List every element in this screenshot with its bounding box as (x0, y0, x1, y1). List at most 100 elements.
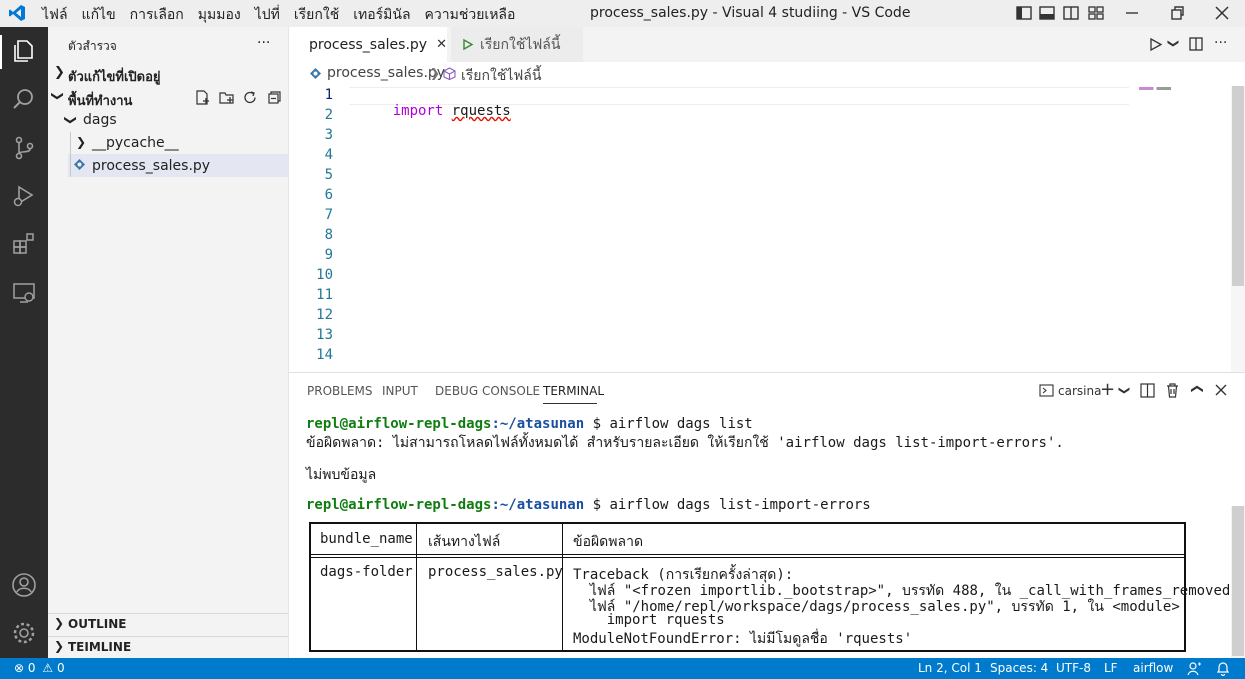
minimize-icon[interactable] (1123, 4, 1141, 22)
menu-run[interactable]: เรียกใช้ (294, 4, 339, 26)
menu-edit[interactable]: แก้ไข (82, 4, 116, 26)
toggle-panel-icon[interactable] (1038, 4, 1056, 22)
split-terminal-icon[interactable] (1140, 383, 1155, 398)
tab-run-file[interactable]: เรียกใช้ไฟล์นี้ (451, 27, 583, 62)
minimap[interactable] (1137, 86, 1227, 372)
code-editor[interactable]: 1 2 3 4 5 6 7 8 9 10 11 12 13 14 import … (289, 86, 1245, 372)
import-errors-table: bundle_name เส้นทางไฟล์ ข้อผิดพลาด dags-… (309, 522, 1230, 652)
explorer-sidebar: ตัวสำรวจ ··· ❯ ตัวแก้ไขที่เปิดอยู่ ❯ พื้… (48, 27, 289, 658)
workspace-section[interactable]: พื้นที่ทำงาน (68, 90, 132, 111)
remote-explorer-icon[interactable] (11, 280, 37, 306)
sidebar-more-actions[interactable]: ··· (257, 35, 270, 51)
terminal-scrollbar[interactable] (1231, 506, 1245, 658)
active-indicator (0, 35, 2, 69)
terminal-command: $ airflow dags list (584, 416, 753, 432)
python-file-icon (310, 68, 321, 79)
encoding[interactable]: UTF-8 (1056, 661, 1091, 675)
terminal-dropdown-chevron-icon[interactable]: ❯ (1118, 386, 1131, 395)
line-ending[interactable]: LF (1104, 661, 1118, 675)
split-editor-icon[interactable] (1188, 36, 1204, 52)
account-icon[interactable] (11, 572, 37, 598)
table-header: เส้นทางไฟล์ (428, 534, 501, 550)
tab-terminal[interactable]: TERMINAL (543, 384, 604, 398)
extensions-icon[interactable] (11, 231, 37, 257)
sidebar-divider (48, 636, 288, 637)
customize-layout-icon[interactable] (1087, 4, 1105, 22)
toggle-sidebar-icon[interactable] (1015, 4, 1033, 22)
tree-file-process-sales[interactable]: process_sales.py (92, 158, 210, 174)
code-line-1[interactable]: import rquests (359, 87, 511, 135)
play-icon (463, 38, 474, 51)
chevron-right-icon[interactable]: ❯ (54, 616, 64, 630)
menu-help[interactable]: ความช่วยเหลือ (425, 4, 516, 26)
menu-selection[interactable]: การเลือก (130, 4, 184, 26)
feedback-person-icon[interactable] (1187, 661, 1202, 676)
new-terminal-icon[interactable]: + (1100, 379, 1115, 400)
new-folder-icon[interactable] (218, 89, 235, 106)
menu-terminal[interactable]: เทอร์มินัล (353, 4, 410, 26)
editor-scrollbar-thumb[interactable] (1232, 86, 1244, 286)
menu-view[interactable]: มุมมอง (198, 4, 241, 26)
run-python-file-icon[interactable] (1148, 37, 1163, 52)
language-mode[interactable]: airflow (1133, 661, 1173, 675)
tree-folder-pycache[interactable]: __pycache__ (92, 135, 179, 151)
active-tab-underline (543, 403, 597, 404)
refresh-icon[interactable] (242, 89, 259, 106)
breadcrumb-file[interactable]: process_sales.py (327, 65, 445, 81)
new-file-icon[interactable] (194, 89, 211, 106)
source-control-icon[interactable] (11, 135, 37, 161)
toggle-secondary-sidebar-icon[interactable] (1062, 4, 1080, 22)
code-keyword: import (392, 103, 444, 119)
error-count: 0 (27, 661, 36, 675)
symbol-cube-icon (443, 67, 456, 80)
line-number: 8 (324, 227, 333, 243)
cursor-position[interactable]: Ln 2, Col 1 (918, 661, 982, 675)
run-dropdown-chevron-icon[interactable]: ❯ (1167, 39, 1180, 48)
tab-input[interactable]: INPUT (382, 384, 418, 398)
terminal-prompt-user: repl@airflow-repl-dags (306, 416, 492, 432)
maximize-panel-chevron-icon[interactable]: ❯ (1189, 384, 1203, 394)
restore-icon[interactable] (1168, 4, 1186, 22)
line-number: 2 (324, 107, 333, 123)
code-module: rquests (451, 103, 511, 119)
explorer-icon[interactable] (11, 38, 37, 64)
chevron-right-icon[interactable]: ❯ (54, 639, 64, 653)
outline-section[interactable]: OUTLINE (68, 617, 126, 631)
more-actions-icon[interactable]: ··· (1214, 35, 1227, 51)
tab-debug-console[interactable]: DEBUG CONSOLE (435, 384, 540, 398)
open-editors-section[interactable]: ตัวแก้ไขที่เปิดอยู่ (68, 66, 161, 87)
chevron-right-icon[interactable]: ❯ (76, 135, 86, 149)
chevron-down-icon[interactable]: ❯ (64, 115, 78, 125)
indentation[interactable]: Spaces: 4 (990, 661, 1048, 675)
close-window-icon[interactable] (1213, 4, 1231, 22)
tab-process-sales[interactable]: process_sales.py ✕ (289, 27, 447, 62)
terminal-shell-name[interactable]: carsina (1058, 384, 1101, 398)
manage-gear-icon[interactable] (11, 620, 37, 646)
table-cell: dags-folder (320, 564, 413, 580)
tab-problems[interactable]: PROBLEMS (307, 384, 373, 398)
error-circle-icon: ⊗ (14, 661, 25, 675)
menu-file[interactable]: ไฟล์ (42, 4, 68, 26)
line-number: 3 (324, 127, 333, 143)
line-number: 4 (324, 147, 333, 163)
error-line: ModuleNotFoundError: ไม่มีโมดูลชื่อ 'rqu… (573, 631, 913, 647)
editor-scrollbar[interactable] (1231, 86, 1245, 372)
breadcrumb-symbol[interactable]: เรียกใช้ไฟล์นี้ (461, 65, 541, 87)
close-tab-icon[interactable]: ✕ (436, 37, 447, 52)
line-number: 14 (316, 347, 333, 363)
run-debug-icon[interactable] (11, 183, 37, 209)
problems-status[interactable]: ⊗ 0 ⚠ 0 (14, 661, 65, 675)
breadcrumb: process_sales.py ❯ เรียกใช้ไฟล์นี้ (289, 62, 1245, 86)
search-icon[interactable] (11, 86, 37, 112)
terminal-scrollbar-thumb[interactable] (1232, 506, 1244, 656)
tree-folder-dags[interactable]: dags (83, 112, 117, 128)
notifications-bell-icon[interactable] (1216, 661, 1230, 676)
menu-go[interactable]: ไปที่ (255, 4, 280, 26)
error-line: import rquests (573, 612, 725, 628)
chevron-down-icon[interactable]: ❯ (51, 91, 65, 101)
timeline-section[interactable]: TEIMLINE (68, 640, 131, 654)
collapse-all-icon[interactable] (266, 89, 283, 106)
close-panel-icon[interactable] (1215, 384, 1227, 396)
chevron-right-icon[interactable]: ❯ (54, 65, 65, 80)
trash-icon[interactable] (1165, 382, 1180, 398)
